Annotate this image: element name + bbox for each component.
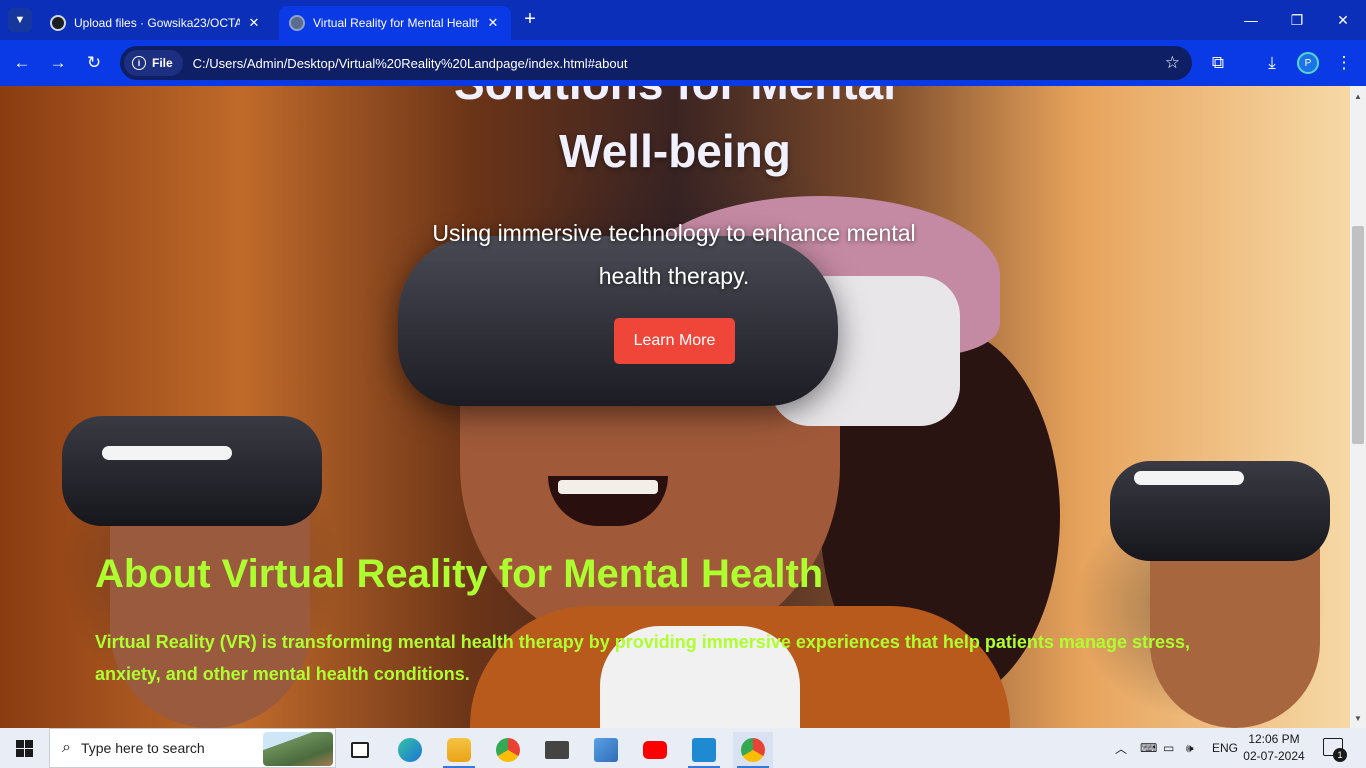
browser-toolbar: ← → ↻ i File C:/Users/Admin/Desktop/Virt… (0, 40, 1366, 86)
mail-icon[interactable] (537, 732, 577, 768)
minimize-button[interactable]: — (1228, 0, 1274, 40)
puzzle-icon: ⧉ (1211, 53, 1225, 72)
tab-title: Upload files · Gowsika23/OCTANET_JULY (74, 16, 240, 30)
notification-count-badge: 1 (1333, 748, 1347, 762)
youtube-icon[interactable] (635, 732, 675, 768)
chevron-up-icon: ︿ (1115, 741, 1128, 756)
about-heading: About Virtual Reality for Mental Health (95, 552, 824, 596)
child-face-left (110, 516, 310, 728)
url-text[interactable]: C:/Users/Admin/Desktop/Virtual%20Reality… (193, 56, 628, 71)
site-info-chip[interactable]: i File (124, 50, 183, 76)
download-icon: ⤓ (1268, 53, 1276, 72)
clock-time: 12:06 PM (1248, 732, 1300, 746)
control-panel-icon[interactable] (586, 732, 626, 768)
taskbar-search[interactable]: ⌕ Type here to search (49, 728, 336, 768)
close-window-button[interactable]: ✕ (1320, 0, 1366, 40)
tab-title: Virtual Reality for Mental Health (313, 16, 479, 30)
tab-upload-files[interactable]: Upload files · Gowsika23/OCTANET_JULY ✕ (40, 6, 272, 40)
extensions-button[interactable]: ⧉ (1206, 51, 1230, 75)
search-icon: ⌕ (62, 739, 71, 756)
new-tab-button[interactable]: + (518, 8, 542, 32)
vr-headset-left (62, 416, 322, 526)
reload-button[interactable]: ↻ (82, 51, 106, 75)
hero-subtitle: Using immersive technology to enhance me… (432, 220, 916, 289)
back-button[interactable]: ← (10, 51, 34, 75)
forward-button[interactable]: → (46, 51, 70, 75)
tab-search-button[interactable]: ▼ (8, 8, 32, 32)
downloads-button[interactable]: ⤓ (1260, 51, 1284, 75)
language-indicator[interactable]: ENG (1212, 728, 1238, 768)
scroll-down-icon[interactable]: ▼ (1350, 710, 1366, 726)
close-icon[interactable]: ✕ (246, 15, 262, 31)
search-placeholder: Type here to search (80, 740, 205, 756)
address-bar[interactable]: i File C:/Users/Admin/Desktop/Virtual%20… (120, 46, 1192, 80)
hero-title-line2: Well-being (559, 125, 791, 177)
search-highlight-image (263, 732, 333, 766)
chrome-icon[interactable] (488, 732, 528, 768)
scheme-label: File (152, 56, 173, 70)
tab-strip: ▼ Upload files · Gowsika23/OCTANET_JULY … (0, 0, 1366, 40)
file-explorer-icon[interactable] (439, 732, 479, 768)
clock-date: 02-07-2024 (1243, 749, 1305, 763)
more-vert-icon: ⋮ (1335, 53, 1353, 72)
windows-logo-icon (15, 739, 33, 757)
close-icon[interactable]: ✕ (485, 15, 501, 31)
learn-more-button[interactable]: Learn More (614, 318, 735, 364)
browser-menu-button[interactable]: ⋮ (1332, 51, 1356, 75)
battery-icon[interactable]: ▭ (1163, 728, 1174, 768)
edge-icon[interactable] (390, 732, 430, 768)
scrollbar-thumb[interactable] (1352, 226, 1364, 444)
info-icon: i (132, 56, 146, 70)
chrome-profile-icon[interactable] (733, 732, 773, 768)
vr-headset-right (1110, 461, 1330, 561)
task-view-icon[interactable] (340, 732, 380, 768)
globe-icon (289, 15, 305, 31)
github-icon (50, 15, 66, 31)
about-paragraph: Virtual Reality (VR) is transforming men… (95, 632, 1190, 684)
tab-vr-mental-health[interactable]: Virtual Reality for Mental Health ✕ (279, 6, 511, 40)
page-scrollbar[interactable]: ▲ ▼ (1350, 86, 1366, 728)
windows-taskbar: ⌕ Type here to search ︿ ⌨ ▭ 🕪 ENG 12:06 … (0, 728, 1366, 768)
bookmark-star-icon[interactable]: ☆ (1165, 53, 1180, 73)
scroll-up-icon[interactable]: ▲ (1350, 88, 1366, 104)
start-button[interactable] (0, 728, 48, 768)
system-clock[interactable]: 12:06 PM 02-07-2024 (1240, 731, 1308, 765)
profile-avatar[interactable]: P (1297, 52, 1319, 74)
vscode-icon[interactable] (684, 732, 724, 768)
show-hidden-icons[interactable]: ︿ (1115, 728, 1127, 768)
meet-now-icon[interactable]: ⌨ (1140, 728, 1157, 768)
restore-button[interactable]: ❐ (1274, 0, 1320, 40)
chevron-down-icon: ▼ (14, 14, 26, 26)
volume-icon[interactable]: 🕪 (1186, 728, 1194, 768)
hero-title-line1: Solutions for Mental (0, 86, 1350, 110)
page-viewport: Solutions for Mental Well-being Using im… (0, 86, 1350, 728)
